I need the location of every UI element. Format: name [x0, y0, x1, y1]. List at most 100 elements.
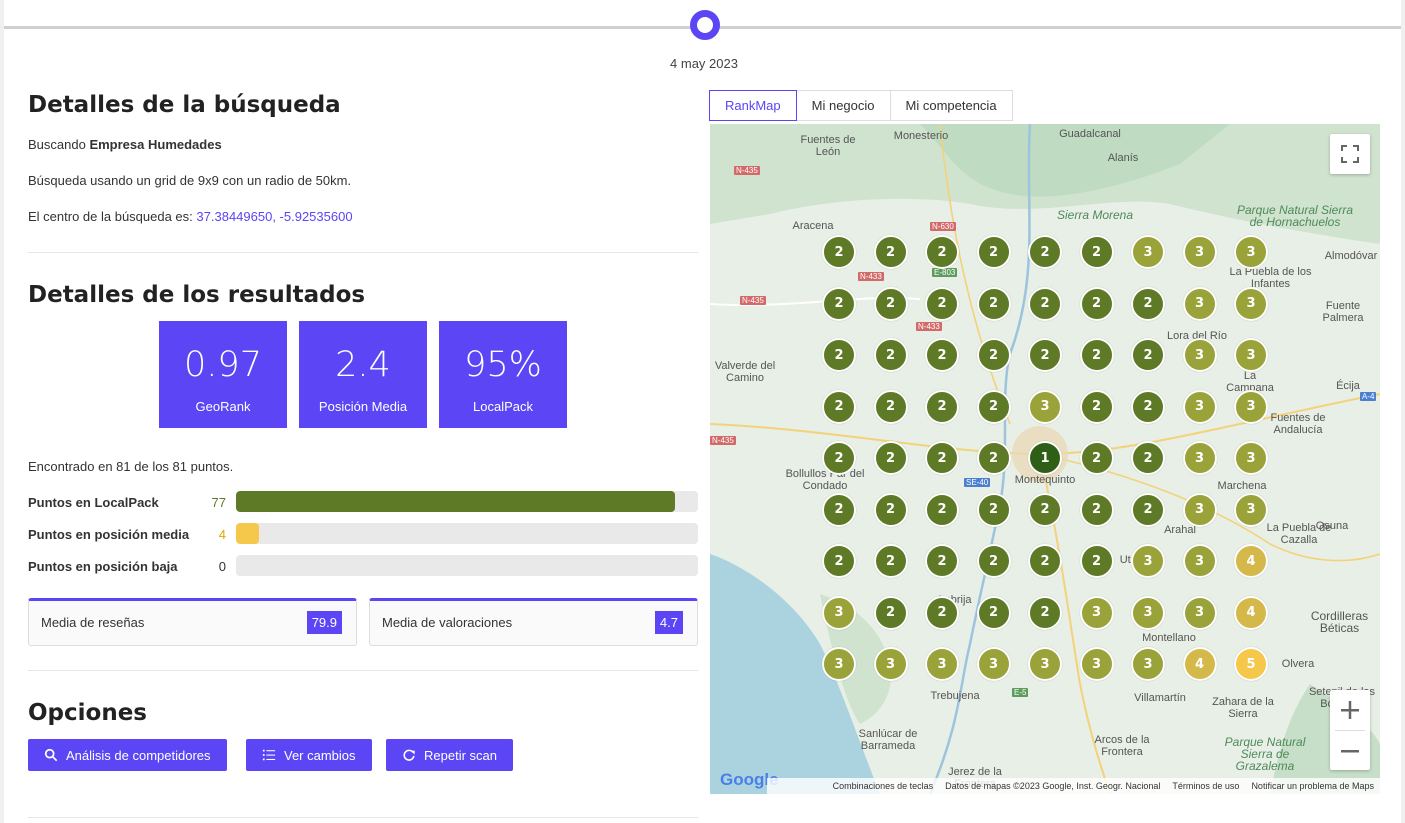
rank-pin[interactable]: 2	[976, 492, 1011, 527]
rank-pin[interactable]: 4	[1182, 647, 1217, 681]
rank-pin[interactable]: 3	[1182, 338, 1217, 372]
rank-pin[interactable]: 4	[1234, 544, 1268, 578]
rank-pin[interactable]: 3	[1234, 441, 1268, 475]
rank-pin[interactable]: 2	[1028, 338, 1062, 372]
tab-my-business[interactable]: Mi negocio	[795, 90, 891, 121]
rank-pin[interactable]: 3	[1131, 235, 1165, 269]
bar-label: Puntos en LocalPack	[28, 495, 159, 510]
rank-pin[interactable]: 2	[1028, 595, 1062, 630]
rank-pin[interactable]: 3	[1079, 595, 1114, 630]
rank-pin[interactable]: 2	[976, 441, 1011, 475]
rank-pin[interactable]: 3	[1079, 647, 1114, 681]
rank-pin[interactable]: 4	[1234, 595, 1268, 630]
rank-pin[interactable]: 3	[1182, 492, 1217, 527]
kpi-label: GeoRank	[195, 399, 251, 414]
rank-pin[interactable]: 2	[1079, 286, 1114, 321]
rank-pin[interactable]: 2	[873, 389, 908, 424]
rank-pin[interactable]: 3	[1234, 286, 1268, 321]
rank-pin[interactable]: 2	[925, 286, 959, 321]
rank-pin[interactable]: 2	[873, 338, 908, 372]
rank-pin[interactable]: 2	[925, 595, 959, 630]
rank-pin[interactable]: 2	[1131, 338, 1165, 372]
rank-pin[interactable]: 3	[1131, 595, 1165, 630]
rank-pin[interactable]: 2	[822, 389, 856, 424]
zoom-out-button[interactable]	[1330, 731, 1370, 770]
rank-pin[interactable]: 3	[1182, 595, 1217, 630]
rank-pin[interactable]: 2	[873, 235, 908, 269]
rank-pin[interactable]: 2	[1131, 492, 1165, 527]
rank-pin[interactable]: 2	[976, 595, 1011, 630]
rank-pin[interactable]: 3	[925, 647, 959, 681]
rank-pin[interactable]: 2	[1131, 441, 1165, 475]
rank-pin[interactable]: 2	[873, 492, 908, 527]
rank-pin[interactable]: 3	[1182, 389, 1217, 424]
rank-pin[interactable]: 2	[1028, 544, 1062, 578]
rank-pin[interactable]: 2	[873, 286, 908, 321]
rank-pin[interactable]: 3	[976, 647, 1011, 681]
rank-pin[interactable]: 3	[1234, 235, 1268, 269]
rank-pin[interactable]: 2	[822, 235, 856, 269]
rank-pin[interactable]: 2	[873, 544, 908, 578]
rank-pin[interactable]: 3	[1182, 235, 1217, 269]
timeline-dot[interactable]	[690, 10, 720, 40]
rank-pin[interactable]: 1	[1028, 441, 1062, 475]
rank-pin[interactable]: 3	[873, 647, 908, 681]
zoom-in-button[interactable]	[1330, 690, 1370, 730]
rank-pin[interactable]: 2	[1079, 441, 1114, 475]
rank-pin[interactable]: 3	[1234, 389, 1268, 424]
rank-pin[interactable]: 3	[1028, 647, 1062, 681]
rank-pin[interactable]: 2	[1079, 492, 1114, 527]
rank-pin[interactable]: 2	[976, 286, 1011, 321]
rank-pin[interactable]: 3	[822, 647, 856, 681]
rank-pin[interactable]: 2	[1028, 286, 1062, 321]
rank-pin[interactable]: 3	[1182, 286, 1217, 321]
rank-pin[interactable]: 2	[822, 544, 856, 578]
rank-pin[interactable]: 2	[976, 544, 1011, 578]
rank-pin[interactable]: 2	[925, 235, 959, 269]
rank-pin[interactable]: 2	[1079, 389, 1114, 424]
rank-pin[interactable]: 5	[1234, 647, 1268, 681]
rank-pin[interactable]: 2	[873, 595, 908, 630]
competitor-analysis-button[interactable]: Análisis de competidores	[28, 739, 227, 771]
view-changes-button[interactable]: Ver cambios	[246, 739, 372, 771]
rank-pin[interactable]: 2	[1079, 544, 1114, 578]
rank-pin[interactable]: 2	[925, 544, 959, 578]
rank-pin[interactable]: 2	[1028, 492, 1062, 527]
rank-pin[interactable]: 2	[1131, 286, 1165, 321]
tab-my-competition[interactable]: Mi competencia	[889, 90, 1013, 121]
terms-link[interactable]: Términos de uso	[1172, 781, 1239, 791]
rank-pin[interactable]: 2	[925, 441, 959, 475]
repeat-scan-button[interactable]: Repetir scan	[386, 739, 513, 771]
rank-pin[interactable]: 2	[822, 492, 856, 527]
rank-pin[interactable]: 3	[1182, 544, 1217, 578]
rank-pin[interactable]: 2	[822, 286, 856, 321]
rank-pin[interactable]: 2	[925, 389, 959, 424]
report-problem-link[interactable]: Notificar un problema de Maps	[1251, 781, 1374, 791]
rank-map[interactable]: Fuentes de León Monesterio Guadalcanal A…	[710, 124, 1380, 794]
rank-pin[interactable]: 2	[873, 441, 908, 475]
rank-pin[interactable]: 3	[1234, 492, 1268, 527]
rank-pin[interactable]: 3	[822, 595, 856, 630]
map-label: Fuentes de Andalucía	[1270, 412, 1326, 436]
rank-pin[interactable]: 3	[1131, 544, 1165, 578]
rank-pin[interactable]: 2	[976, 338, 1011, 372]
rank-pin[interactable]: 3	[1182, 441, 1217, 475]
rank-pin[interactable]: 2	[925, 338, 959, 372]
center-coords-link[interactable]: 37.38449650, -5.92535600	[196, 209, 352, 224]
rank-pin[interactable]: 2	[1131, 389, 1165, 424]
rank-pin[interactable]: 3	[1028, 389, 1062, 424]
rank-pin[interactable]: 2	[976, 389, 1011, 424]
rank-pin[interactable]: 2	[1079, 338, 1114, 372]
rank-pin[interactable]: 2	[1028, 235, 1062, 269]
rank-pin[interactable]: 2	[925, 492, 959, 527]
rank-pin[interactable]: 2	[822, 338, 856, 372]
rank-pin[interactable]: 2	[822, 441, 856, 475]
map-label: Guadalcanal	[1059, 128, 1121, 140]
keyboard-shortcuts-link[interactable]: Combinaciones de teclas	[833, 781, 934, 791]
rank-pin[interactable]: 2	[1079, 235, 1114, 269]
fullscreen-button[interactable]	[1330, 134, 1370, 174]
rank-pin[interactable]: 3	[1234, 338, 1268, 372]
rank-pin[interactable]: 3	[1131, 647, 1165, 681]
rank-pin[interactable]: 2	[976, 235, 1011, 269]
tab-rankmap[interactable]: RankMap	[709, 90, 797, 121]
